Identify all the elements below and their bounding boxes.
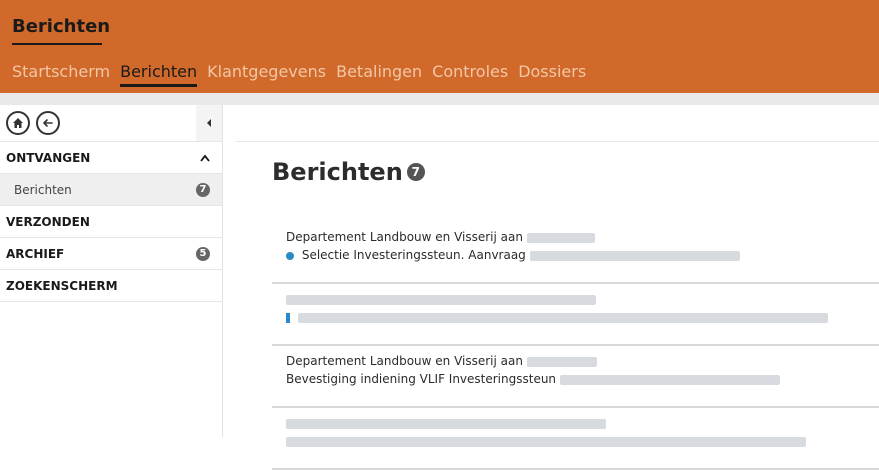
nav-berichten[interactable]: Berichten xyxy=(120,62,198,87)
redacted-recipient xyxy=(526,356,597,367)
back-button[interactable] xyxy=(36,111,60,135)
message-connector: aan xyxy=(500,354,523,368)
message-row[interactable] xyxy=(272,406,879,470)
back-arrow-icon xyxy=(43,119,53,127)
sidebar: ONTVANGEN Berichten 7 VERZONDEN ARCHIEF … xyxy=(0,105,223,437)
page-title: Berichten 7 xyxy=(272,158,425,186)
redacted-subject xyxy=(297,312,828,323)
section-ontvangen[interactable]: ONTVANGEN xyxy=(0,142,222,174)
redacted-recipient xyxy=(526,232,595,243)
subheader-bar xyxy=(0,93,879,105)
count-badge: 5 xyxy=(196,246,210,261)
section-ontvangen-label: ONTVANGEN xyxy=(6,150,91,165)
message-subject-line: Bevestiging indiening VLIF Investeringss… xyxy=(286,372,780,386)
top-header: Berichten Startscherm Berichten Klantgeg… xyxy=(0,0,879,93)
message-sender-line: Departement Landbouw en Visserij aan xyxy=(286,354,597,368)
main-content: Berichten 7 Departement Landbouw en Viss… xyxy=(236,105,879,470)
caret-left-icon xyxy=(207,119,211,127)
section-zoekenscherm[interactable]: ZOEKENSCHERM xyxy=(0,270,222,302)
sidebar-toolbar xyxy=(0,105,222,142)
message-subject: Bevestiging indiening VLIF Investeringss… xyxy=(286,372,557,386)
message-sender: Departement Landbouw en Visserij xyxy=(286,230,497,244)
app-title-underline xyxy=(12,43,102,45)
nav-klantgegevens[interactable]: Klantgegevens xyxy=(207,62,326,87)
message-connector: aan xyxy=(500,230,523,244)
message-sender-line: Departement Landbouw en Visserij aan xyxy=(286,230,595,244)
section-archief-label: ARCHIEF xyxy=(6,246,65,261)
message-subject: Selectie Investeringssteun. Aanvraag xyxy=(301,248,526,262)
count-badge: 7 xyxy=(196,182,210,197)
nav-betalingen[interactable]: Betalingen xyxy=(336,62,422,87)
message-subject-line xyxy=(286,434,806,448)
sidebar-item-berichten[interactable]: Berichten 7 xyxy=(0,174,222,206)
nav-dossiers[interactable]: Dossiers xyxy=(518,62,586,87)
collapse-sidebar-button[interactable] xyxy=(196,105,222,141)
message-row[interactable]: Departement Landbouw en Visserij aan Sel… xyxy=(272,220,879,284)
redacted-sender xyxy=(286,294,596,305)
main-toolbar xyxy=(236,105,879,142)
message-sender-line xyxy=(286,292,596,306)
nav-controles[interactable]: Controles xyxy=(432,62,508,87)
app-title: Berichten xyxy=(12,16,111,37)
chevron-up-icon xyxy=(200,154,210,162)
home-button[interactable] xyxy=(6,111,30,135)
nav-startscherm[interactable]: Startscherm xyxy=(12,62,110,87)
message-row[interactable] xyxy=(272,282,879,346)
count-badge: 7 xyxy=(406,163,425,181)
message-sender: Departement Landbouw en Visserij xyxy=(286,354,497,368)
redacted-detail xyxy=(529,250,740,261)
sidebar-item-berichten-label: Berichten xyxy=(14,182,72,197)
message-subject-line: Selectie Investeringssteun. Aanvraag xyxy=(286,248,740,262)
page-title-text: Berichten xyxy=(272,158,403,186)
message-sender-line xyxy=(286,416,606,430)
section-verzonden-label: VERZONDEN xyxy=(6,214,90,229)
main-nav: Startscherm Berichten Klantgegevens Beta… xyxy=(12,62,586,87)
redacted-sender xyxy=(286,418,606,429)
message-row[interactable]: Departement Landbouw en Visserij aan Bev… xyxy=(272,344,879,408)
unread-bar-icon xyxy=(286,312,290,323)
section-zoekenscherm-label: ZOEKENSCHERM xyxy=(6,278,118,293)
redacted-detail xyxy=(559,374,780,385)
unread-dot-icon xyxy=(286,251,294,260)
section-archief[interactable]: ARCHIEF 5 xyxy=(0,238,222,270)
message-subject-line xyxy=(286,310,828,324)
home-icon xyxy=(13,118,23,128)
section-verzonden[interactable]: VERZONDEN xyxy=(0,206,222,238)
redacted-subject xyxy=(286,436,806,447)
